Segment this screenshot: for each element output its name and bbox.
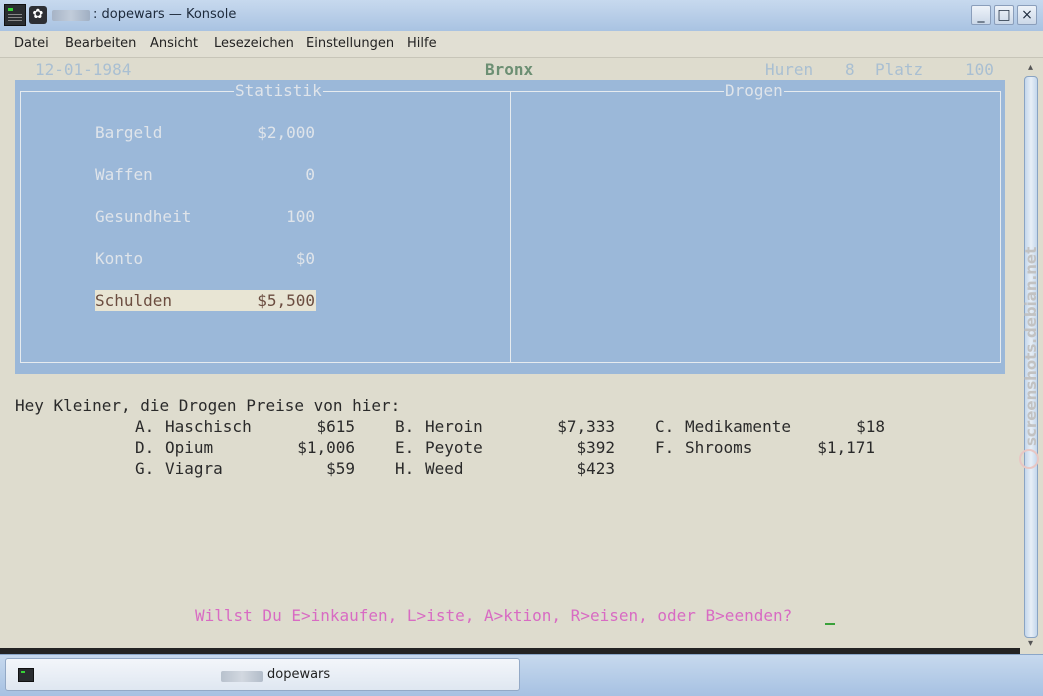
drug-price: $18 — [856, 417, 885, 436]
drug-price: $1,006 — [297, 438, 355, 457]
platz-value: 100 — [965, 60, 994, 79]
drug-price: $59 — [326, 459, 355, 478]
drug-name: Peyote — [425, 438, 483, 457]
menu-einstellungen[interactable]: Einstellungen — [306, 36, 394, 51]
statistik-title: Statistik — [234, 81, 323, 101]
drug-name: Heroin — [425, 417, 483, 436]
drug-code: H. — [395, 459, 415, 478]
game-location: Bronx — [485, 60, 534, 79]
taskbar-button-dopewars[interactable]: dopewars — [5, 658, 520, 691]
terminal-view[interactable]: 12-01-1984 Bronx Huren 8 Platz 100 Stati… — [5, 59, 1020, 648]
scroll-down-icon[interactable]: ▾ — [1020, 637, 1041, 651]
watermark: screenshots.debian.net — [1022, 246, 1040, 446]
text-cursor — [825, 623, 835, 625]
taskbar-label: dopewars — [267, 667, 331, 682]
stat-label: Schulden — [95, 291, 173, 310]
stat-value: 100 — [286, 207, 315, 226]
menu-lesezeichen[interactable]: Lesezeichen — [214, 36, 294, 51]
drug-price: $392 — [576, 438, 615, 457]
platz-label: Platz — [875, 60, 924, 79]
drug-name: Viagra — [165, 459, 223, 478]
window-titlebar[interactable]: ✿ : dopewars — Konsole _ □ × — [0, 0, 1043, 32]
maximize-button[interactable]: □ — [994, 5, 1014, 25]
minimize-button[interactable]: _ — [971, 5, 991, 25]
menu-hilfe[interactable]: Hilfe — [407, 36, 437, 51]
drogen-box — [510, 91, 1001, 363]
stat-value: $0 — [295, 249, 315, 268]
drug-price: $1,171 — [817, 438, 875, 457]
drug-code: D. — [135, 438, 155, 457]
drug-name: Medikamente — [685, 417, 791, 436]
stat-label: Konto — [95, 249, 144, 268]
stat-label: Gesundheit — [95, 207, 192, 226]
menu-datei[interactable]: Datei — [14, 36, 49, 51]
taskbar: dopewars — [0, 654, 1043, 696]
drug-code: C. — [655, 417, 675, 436]
stat-value: 0 — [305, 165, 315, 184]
redacted-hostname — [221, 671, 263, 682]
menu-bar: Datei Bearbeiten Ansicht Lesezeichen Ein… — [0, 31, 1043, 58]
drug-code: E. — [395, 438, 415, 457]
drug-name: Opium — [165, 438, 214, 457]
drug-code: A. — [135, 417, 155, 436]
drug-code: G. — [135, 459, 155, 478]
stat-value: $2,000 — [257, 123, 315, 142]
drug-code: B. — [395, 417, 415, 436]
drug-price: $423 — [576, 459, 615, 478]
huren-value: 8 — [845, 60, 855, 79]
scroll-up-icon[interactable]: ▴ — [1020, 61, 1041, 75]
drug-name: Weed — [425, 459, 464, 478]
window-title: : dopewars — Konsole — [93, 7, 237, 22]
price-intro: Hey Kleiner, die Drogen Preise von hier: — [15, 396, 401, 415]
drug-price: $615 — [316, 417, 355, 436]
menu-bearbeiten[interactable]: Bearbeiten — [65, 36, 136, 51]
redacted-hostname — [52, 10, 90, 21]
konsole-task-icon — [18, 668, 34, 682]
drug-name: Haschisch — [165, 417, 252, 436]
menu-ansicht[interactable]: Ansicht — [150, 36, 198, 51]
command-prompt: Willst Du E>inkaufen, L>iste, A>ktion, R… — [195, 606, 793, 625]
huren-label: Huren — [765, 60, 814, 79]
game-date: 12-01-1984 — [35, 60, 132, 79]
konsole-app-icon[interactable] — [4, 4, 26, 26]
drug-code: F. — [655, 438, 675, 457]
watermark-logo-icon — [1019, 449, 1039, 469]
close-button[interactable]: × — [1017, 5, 1037, 25]
drug-price: $7,333 — [557, 417, 615, 436]
drogen-title: Drogen — [724, 81, 784, 101]
window-menu-icon[interactable]: ✿ — [29, 6, 47, 24]
stat-label: Bargeld — [95, 123, 163, 142]
drug-name: Shrooms — [685, 438, 753, 457]
stat-value: $5,500 — [257, 291, 315, 310]
stat-label: Waffen — [95, 165, 153, 184]
